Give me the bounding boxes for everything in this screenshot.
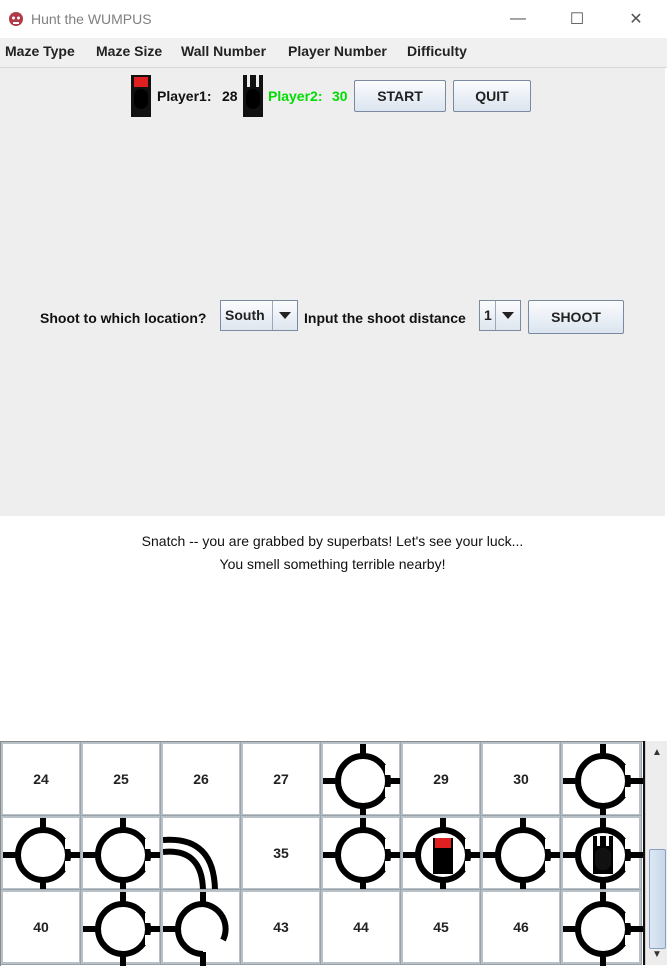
wumpus-app-icon	[9, 12, 23, 26]
maze-cell[interactable]	[320, 742, 403, 818]
shoot-direction-select[interactable]: South	[220, 300, 298, 331]
ring-half-tunnel-icon	[163, 892, 229, 966]
chevron-down-icon[interactable]	[495, 301, 520, 330]
maze-cell-number: 45	[433, 919, 449, 935]
maze-cell[interactable]	[560, 742, 643, 818]
menu-bar: Maze Type Maze Size Wall Number Player N…	[0, 38, 667, 68]
maze-scrollbar[interactable]: ▲ ▼	[645, 741, 667, 965]
scroll-down-icon[interactable]: ▼	[646, 945, 667, 963]
ring-tunnel-icon	[483, 818, 563, 892]
maximize-icon: ☐	[569, 11, 585, 28]
ring-tunnel-icon	[323, 744, 403, 818]
maze-cell[interactable]	[560, 815, 643, 892]
maze-cell[interactable]: 45	[400, 889, 482, 965]
maze-cell[interactable]: 46	[480, 889, 562, 965]
ring-p1-tunnel-icon	[403, 818, 483, 892]
maze-cell[interactable]: 26	[160, 742, 242, 817]
maze-cell[interactable]: 35	[240, 815, 322, 891]
player2-avatar-icon	[243, 75, 263, 117]
menu-maze-type[interactable]: Maze Type	[5, 43, 75, 59]
shoot-direction-value: South	[225, 307, 265, 323]
menu-player-number[interactable]: Player Number	[288, 43, 387, 59]
maze-cell-number: 24	[33, 771, 49, 787]
scroll-up-icon[interactable]: ▲	[646, 743, 667, 761]
maze-cell-number: 27	[273, 771, 289, 787]
ring-tunnel-icon	[563, 892, 643, 966]
ring-tunnel-icon	[3, 818, 83, 892]
minimize-button[interactable]: —	[495, 0, 541, 38]
maze-cell[interactable]	[480, 815, 563, 892]
menu-difficulty[interactable]: Difficulty	[407, 43, 467, 59]
minimize-icon: —	[510, 10, 526, 27]
status-message-1: Snatch -- you are grabbed by superbats! …	[141, 533, 524, 549]
maze-view: 24 25 26 27 29 30 35 40 43 44 45 46	[0, 741, 644, 966]
maze-cell[interactable]: 29	[400, 742, 482, 817]
maze-cell[interactable]	[400, 815, 483, 892]
maze-cell-number: 46	[513, 919, 529, 935]
maze-cell[interactable]	[560, 889, 643, 966]
maze-cell-number: 26	[193, 771, 209, 787]
ring-tunnel-icon	[563, 744, 643, 818]
player2-arrows: 30	[332, 88, 348, 104]
maze-cell-number: 43	[273, 919, 289, 935]
shoot-distance-label: Input the shoot distance	[304, 310, 466, 326]
curve-tunnel-icon	[163, 836, 218, 892]
maze-cell[interactable]	[160, 889, 242, 966]
maze-cell[interactable]	[320, 815, 403, 892]
player1-avatar-icon	[131, 75, 151, 117]
chevron-down-icon[interactable]	[272, 301, 297, 330]
maze-cell[interactable]: 43	[240, 889, 322, 965]
maze-cell-number: 30	[513, 771, 529, 787]
ring-tunnel-icon	[83, 892, 163, 966]
quit-button[interactable]: QUIT	[453, 80, 531, 112]
menu-wall-number[interactable]: Wall Number	[181, 43, 266, 59]
window-title: Hunt the WUMPUS	[31, 11, 152, 27]
maze-cell[interactable]: 30	[480, 742, 562, 817]
close-icon: ✕	[629, 11, 643, 28]
start-button[interactable]: START	[354, 80, 446, 112]
maze-cell[interactable]	[80, 815, 163, 892]
maze-cell[interactable]	[80, 889, 163, 966]
shoot-distance-value: 1	[484, 307, 492, 323]
maze-cell-number: 40	[33, 919, 49, 935]
maze-cell-number: 35	[273, 845, 289, 861]
status-message-2: You smell something terrible nearby!	[219, 556, 446, 572]
player1-label: Player1:	[157, 88, 212, 104]
maze-cell-number: 44	[353, 919, 369, 935]
shoot-distance-select[interactable]: 1	[479, 300, 521, 331]
maze-cell[interactable]: 24	[1, 742, 82, 817]
title-bar: Hunt the WUMPUS — ☐ ✕	[0, 0, 667, 39]
maze-cell[interactable]: 27	[240, 742, 322, 817]
maximize-button[interactable]: ☐	[554, 0, 600, 38]
player1-arrows: 28	[222, 88, 238, 104]
maze-cell[interactable]	[1, 815, 83, 892]
scroll-thumb[interactable]	[649, 849, 666, 949]
maze-cell[interactable]	[160, 815, 242, 892]
maze-cell-number: 25	[113, 771, 129, 787]
ring-p2-tunnel-icon	[563, 818, 643, 892]
ring-tunnel-icon	[323, 818, 403, 892]
close-button[interactable]: ✕	[613, 0, 659, 38]
shoot-direction-label: Shoot to which location?	[40, 310, 207, 326]
ring-tunnel-icon	[83, 818, 163, 892]
control-panel: Player1: 28 Player2: 30 START QUIT Shoot…	[0, 68, 665, 516]
maze-cell[interactable]: 40	[1, 889, 82, 965]
maze-cell[interactable]: 25	[80, 742, 162, 817]
maze-grid: 24 25 26 27 29 30 35 40 43 44 45 46	[1, 742, 644, 966]
shoot-button[interactable]: SHOOT	[528, 300, 624, 334]
player2-label: Player2:	[268, 88, 323, 104]
maze-cell-number: 29	[433, 771, 449, 787]
menu-maze-size[interactable]: Maze Size	[96, 43, 162, 59]
maze-cell[interactable]: 44	[320, 889, 402, 965]
